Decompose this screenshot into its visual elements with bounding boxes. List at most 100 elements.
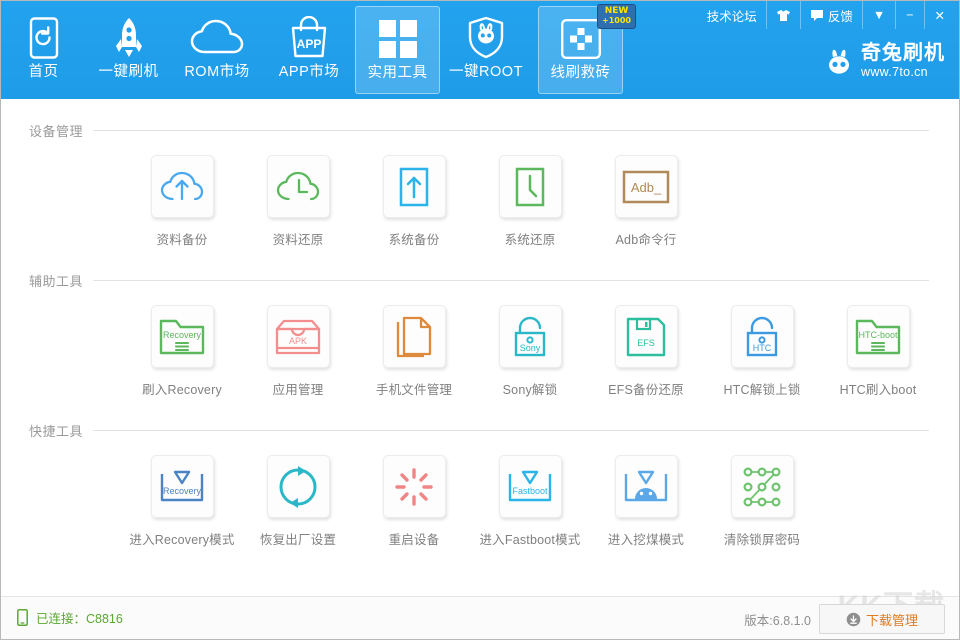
tool-label: 恢复出厂设置: [260, 529, 336, 548]
tool-label: 系统备份: [389, 229, 440, 248]
tool-data-restore[interactable]: 资料还原: [240, 155, 356, 248]
nav-item-rom[interactable]: ROM市场: [171, 6, 263, 94]
folder-recovery-icon: Recovery: [151, 305, 214, 368]
tool-label: 资料备份: [157, 229, 208, 248]
main-content: 设备管理 资料备份: [1, 99, 959, 597]
svg-text:Recovery: Recovery: [163, 330, 202, 340]
tool-label: 手机文件管理: [376, 379, 452, 398]
section-device-management: 设备管理 资料备份: [1, 121, 959, 248]
nav-item-tools[interactable]: 实用工具: [355, 6, 440, 94]
section-title-assist: 辅助工具: [29, 271, 83, 290]
tool-label: 系统还原: [505, 229, 556, 248]
section-header: 设备管理: [1, 121, 959, 139]
tool-reboot-device[interactable]: 重启设备: [356, 455, 472, 548]
tool-flash-recovery[interactable]: Recovery 刷入Recovery: [124, 305, 240, 398]
tshirt-button[interactable]: [766, 1, 800, 29]
tool-enter-fastboot[interactable]: Fastboot 进入Fastboot模式: [472, 455, 588, 548]
apk-box-icon: APK: [267, 305, 330, 368]
nav-label-rescue: 线刷救砖: [551, 65, 611, 81]
minimize-button[interactable]: −: [895, 1, 923, 29]
tool-app-manage[interactable]: APK 应用管理: [240, 305, 356, 398]
cloud-up-icon: [151, 155, 214, 218]
pattern-lock-icon: [731, 455, 794, 518]
tool-data-backup[interactable]: 资料备份: [124, 155, 240, 248]
svg-text:EFS: EFS: [637, 338, 655, 348]
tool-label: EFS备份还原: [608, 379, 684, 398]
feedback-label: 反馈: [828, 6, 853, 25]
nav-item-rescue[interactable]: NEW +1000 线刷救砖: [538, 6, 623, 94]
tool-system-restore[interactable]: 系统还原: [472, 155, 588, 248]
section-quick-tools: 快捷工具 Recovery 进入Recovery模式: [1, 421, 959, 548]
cloud-clock-icon: [267, 155, 330, 218]
connection-status: 已连接：C8816: [17, 608, 123, 627]
tool-label: 应用管理: [273, 379, 324, 398]
tool-file-manage[interactable]: 手机文件管理: [356, 305, 472, 398]
tool-htc-boot[interactable]: HTC-boot HTC刷入boot: [820, 305, 936, 398]
tool-htc-unlock[interactable]: HTC HTC解锁上锁: [704, 305, 820, 398]
tool-system-backup[interactable]: 系统备份: [356, 155, 472, 248]
app-header: 首页 一键刷机: [1, 1, 959, 99]
feedback-button[interactable]: 反馈: [800, 1, 862, 29]
svg-text:APK: APK: [289, 336, 307, 346]
plus-dots-icon: [561, 13, 601, 65]
section-assist-tools: 辅助工具 Recovery 刷入Recovery: [1, 271, 959, 398]
rabbit-logo-icon: [824, 46, 854, 76]
cloud-icon: [190, 12, 244, 64]
tool-label: 资料还原: [273, 229, 324, 248]
close-button[interactable]: ✕: [924, 1, 955, 29]
nav-label-rom: ROM市场: [184, 64, 249, 80]
close-icon: ✕: [935, 8, 945, 23]
floppy-efs-icon: EFS: [615, 305, 678, 368]
folder-htcboot-icon: HTC-boot: [847, 305, 910, 368]
nav-item-app[interactable]: APP APP市场: [263, 6, 355, 94]
nav-label-home: 首页: [29, 64, 59, 80]
forum-label: 技术论坛: [707, 6, 757, 25]
connection-status-text: 已连接：C8816: [36, 608, 123, 627]
tile-row-assist: Recovery 刷入Recovery APK: [1, 305, 959, 398]
tool-label: 进入Fastboot模式: [479, 529, 580, 548]
svg-text:Recovery: Recovery: [163, 486, 202, 496]
circular-arrows-icon: [267, 455, 330, 518]
tool-adb-shell[interactable]: Adb_ Adb命令行: [588, 155, 704, 248]
tool-enter-recovery[interactable]: Recovery 进入Recovery模式: [124, 455, 240, 548]
adb-terminal-icon: Adb_: [615, 155, 678, 218]
tool-efs-backup[interactable]: EFS EFS备份还原: [588, 305, 704, 398]
dropdown-button[interactable]: ▼: [862, 1, 895, 29]
forum-link[interactable]: 技术论坛: [698, 1, 766, 29]
section-divider: [93, 430, 929, 431]
app-bag-icon: APP: [288, 12, 330, 64]
titlebar-actions: 技术论坛 反馈 ▼ − ✕: [698, 1, 955, 29]
svg-text:HTC: HTC: [753, 343, 772, 353]
new-badge: NEW +1000: [597, 4, 636, 29]
tool-label: 进入Recovery模式: [129, 529, 234, 548]
tool-enter-mining[interactable]: 进入挖煤模式: [588, 455, 704, 548]
nav-item-home[interactable]: 首页: [1, 6, 86, 94]
tool-label: Adb命令行: [616, 229, 677, 248]
download-manager-button[interactable]: 下载管理: [819, 604, 945, 634]
section-header: 快捷工具: [1, 421, 959, 439]
tool-label: 重启设备: [389, 529, 440, 548]
fastboot-mode-icon: Fastboot: [499, 455, 562, 518]
tool-label: HTC解锁上锁: [723, 379, 800, 398]
tool-label: 进入挖煤模式: [608, 529, 684, 548]
section-header: 辅助工具: [1, 271, 959, 289]
nav-item-root[interactable]: 一键ROOT: [440, 6, 532, 94]
grid-squares-icon: [378, 13, 418, 65]
tool-sony-unlock[interactable]: Sony Sony解锁: [472, 305, 588, 398]
shield-rabbit-icon: [466, 12, 506, 64]
version-label: 版本:6.8.1.0: [744, 610, 811, 629]
spinner-icon: [383, 455, 446, 518]
section-title-quick: 快捷工具: [29, 421, 83, 440]
tool-label: HTC刷入boot: [840, 379, 917, 398]
phone-refresh-icon: [28, 12, 60, 64]
tool-factory-reset[interactable]: 恢复出厂设置: [240, 455, 356, 548]
new-badge-line2: +1000: [602, 16, 631, 26]
tool-clear-lock[interactable]: 清除锁屏密码: [704, 455, 820, 548]
nav-label-app: APP市场: [279, 64, 340, 80]
download-arrow-icon: [846, 612, 861, 627]
svg-text:Fastboot: Fastboot: [512, 486, 548, 496]
tile-row-device: 资料备份 资料还原: [1, 155, 959, 248]
chevron-down-icon: ▼: [873, 8, 885, 22]
svg-text:Adb_: Adb_: [631, 180, 662, 195]
nav-item-flash[interactable]: 一键刷机: [86, 6, 171, 94]
